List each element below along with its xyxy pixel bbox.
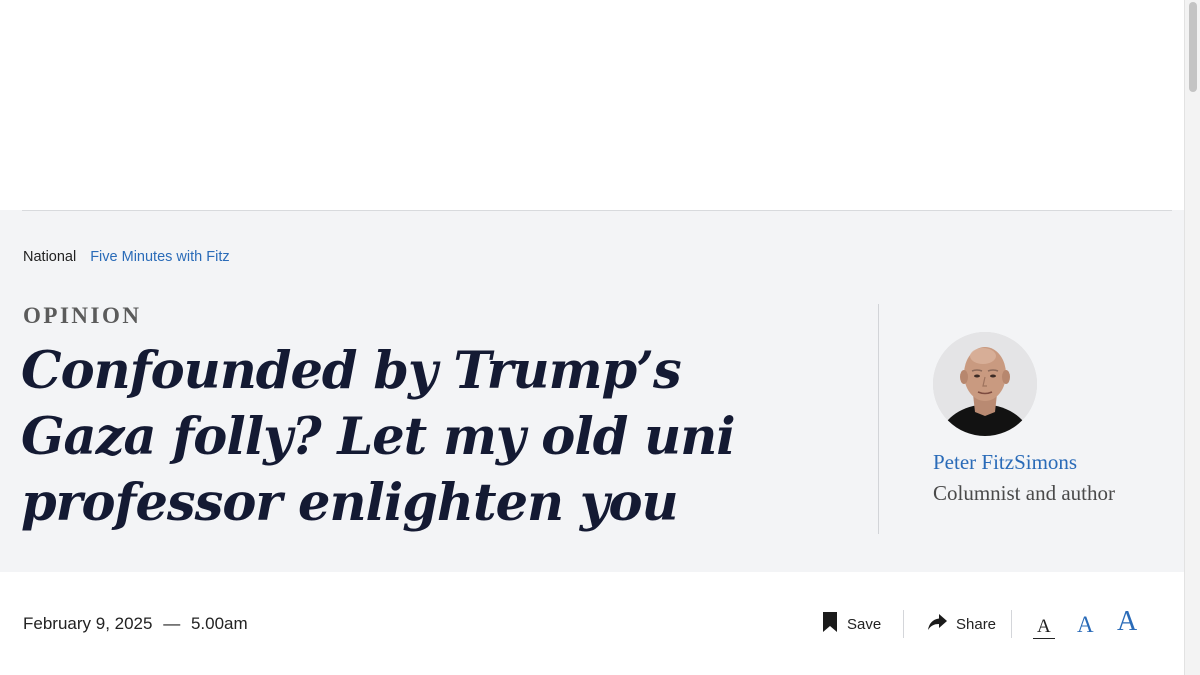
font-size-medium-button[interactable]: A (1077, 613, 1094, 636)
breadcrumb: National Five Minutes with Fitz (23, 249, 230, 265)
font-size-small-button[interactable]: A (1033, 617, 1055, 639)
publish-time: 5.00am (190, 614, 248, 633)
author-avatar[interactable] (933, 332, 1037, 436)
author-photo (933, 332, 1037, 436)
action-divider (903, 610, 904, 638)
vertical-divider (878, 304, 879, 534)
date-separator: — (163, 614, 181, 633)
save-label: Save (847, 615, 882, 633)
author-role: Columnist and author (933, 481, 1115, 505)
divider (22, 210, 1172, 211)
article-meta-bar: February 9, 2025 — 5.00am Save Share A A (0, 572, 1185, 675)
scrollbar-thumb[interactable] (1189, 2, 1197, 92)
share-label: Share (956, 615, 997, 633)
breadcrumb-column-link[interactable]: Five Minutes with Fitz (90, 249, 229, 265)
ad-space (0, 0, 1200, 210)
author-name-link[interactable]: Peter FitzSimons (933, 450, 1077, 475)
save-button[interactable]: Save (822, 608, 881, 640)
opinion-label: OPINION (23, 303, 142, 328)
publish-dateline: February 9, 2025 — 5.00am (23, 614, 248, 634)
scrollbar[interactable] (1184, 0, 1200, 675)
action-divider (1011, 610, 1012, 638)
publish-date: February 9, 2025 (23, 614, 153, 633)
bookmark-icon (822, 612, 838, 636)
article-page: National Five Minutes with Fitz OPINION … (0, 0, 1200, 675)
article-headline: Confounded by Trump’s Gaza folly? Let my… (21, 341, 736, 533)
font-size-large-button[interactable]: A (1117, 608, 1137, 636)
share-button[interactable]: Share (928, 608, 996, 640)
share-arrow-icon (928, 614, 947, 634)
breadcrumb-national-link[interactable]: National (23, 249, 76, 265)
article-header: National Five Minutes with Fitz OPINION … (0, 210, 1185, 572)
